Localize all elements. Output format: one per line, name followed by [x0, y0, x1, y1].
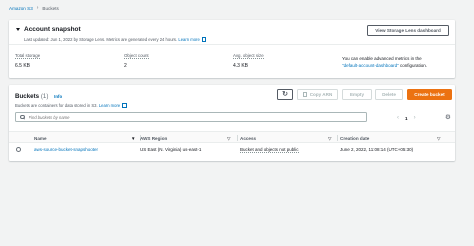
view-storage-lens-dashboard-button[interactable]: View Storage Lens dashboard: [367, 25, 449, 36]
buckets-subtitle: Buckets are containers for data stored i…: [15, 103, 127, 108]
sort-icon[interactable]: ▼: [131, 136, 135, 141]
pagination: ‹ 1 ›: [397, 115, 416, 121]
total-storage-value: 6.5 KB: [15, 63, 31, 69]
default-account-dashboard-link[interactable]: "default-account-dashboard": [342, 63, 399, 68]
column-access[interactable]: Access: [240, 136, 256, 141]
next-page-icon[interactable]: ›: [414, 115, 416, 121]
buckets-title-text: Buckets: [15, 93, 40, 100]
bucket-name-link[interactable]: aws-source-bucket-snapshooter: [34, 147, 98, 152]
sort-icon[interactable]: ▽: [227, 136, 230, 142]
column-separator: [237, 135, 238, 141]
delete-button[interactable]: Delete: [375, 89, 403, 100]
table-row: aws-source-bucket-snapshooter US East (N…: [9, 143, 455, 155]
avg-object-size-value: 4.3 KB: [233, 63, 249, 69]
create-bucket-button[interactable]: Create bucket: [407, 89, 452, 100]
column-region[interactable]: AWS Region: [140, 136, 167, 141]
sort-icon[interactable]: ▽: [328, 136, 331, 142]
note-prefix: You can enable advanced metrics in the: [342, 56, 422, 61]
external-link-icon: [201, 37, 207, 42]
refresh-icon: ↻: [282, 91, 288, 98]
external-link-icon: [122, 103, 127, 108]
account-snapshot-panel: Account snapshot Last updated: Jun 1, 20…: [9, 20, 455, 78]
settings-icon[interactable]: ⚙: [445, 114, 451, 122]
copy-arn-label: Copy ARN: [309, 92, 333, 97]
account-snapshot-subtitle: Last updated: Jun 1, 2022 by Storage Len…: [24, 37, 207, 42]
object-count-value: 2: [124, 63, 127, 69]
divider: [9, 44, 455, 45]
buckets-count: (1): [40, 93, 49, 100]
breadcrumb: Amazon S3 › Buckets: [9, 5, 59, 11]
copy-icon: [302, 92, 307, 97]
advanced-metrics-note: You can enable advanced metrics in the "…: [342, 55, 452, 69]
note-suffix: configuration.: [400, 63, 428, 68]
sort-icon[interactable]: ▽: [437, 136, 440, 142]
bucket-access: Bucket and objects not public: [240, 146, 299, 153]
bucket-search[interactable]: [15, 112, 367, 122]
avg-object-size-label: Avg. object size: [233, 53, 264, 59]
buckets-info-link[interactable]: Info: [54, 94, 62, 99]
column-separator: [337, 135, 338, 141]
buckets-title: Buckets (1) Info: [15, 93, 62, 100]
breadcrumb-current: Buckets: [42, 5, 59, 11]
total-storage-label: Total storage: [15, 53, 41, 59]
row-select-radio[interactable]: [16, 146, 21, 152]
breadcrumb-amazon-s3[interactable]: Amazon S3: [9, 6, 33, 11]
empty-button[interactable]: Empty: [342, 89, 372, 100]
buckets-subtitle-text: Buckets are containers for data stored i…: [15, 103, 98, 108]
search-icon: [20, 114, 25, 120]
refresh-button[interactable]: ↻: [277, 89, 293, 100]
buckets-learn-more-link[interactable]: Learn more: [99, 103, 120, 108]
table-header: Name ▼ AWS Region ▽ Access ▽ Creation da…: [9, 131, 455, 143]
account-snapshot-title[interactable]: Account snapshot: [24, 26, 81, 33]
chevron-right-icon: ›: [36, 5, 39, 11]
page-number[interactable]: 1: [405, 116, 408, 121]
bucket-region: US East (N. Virginia) us-east-1: [140, 146, 202, 152]
object-count-label: Object count: [124, 53, 149, 59]
bucket-creation-date: June 2, 2022, 11:08:14 (UTC+05:30): [340, 146, 414, 152]
column-creation-date[interactable]: Creation date: [340, 136, 369, 141]
previous-page-icon[interactable]: ‹: [397, 115, 399, 121]
column-name[interactable]: Name: [34, 136, 47, 141]
copy-arn-button[interactable]: Copy ARN: [297, 89, 338, 100]
caret-down-icon[interactable]: [16, 28, 20, 31]
bucket-search-input[interactable]: [28, 114, 329, 120]
buckets-panel: Buckets (1) Info Buckets are containers …: [9, 85, 455, 161]
snapshot-learn-more-link[interactable]: Learn more: [178, 37, 199, 42]
snapshot-subtitle-text: Last updated: Jun 1, 2022 by Storage Len…: [24, 37, 178, 42]
